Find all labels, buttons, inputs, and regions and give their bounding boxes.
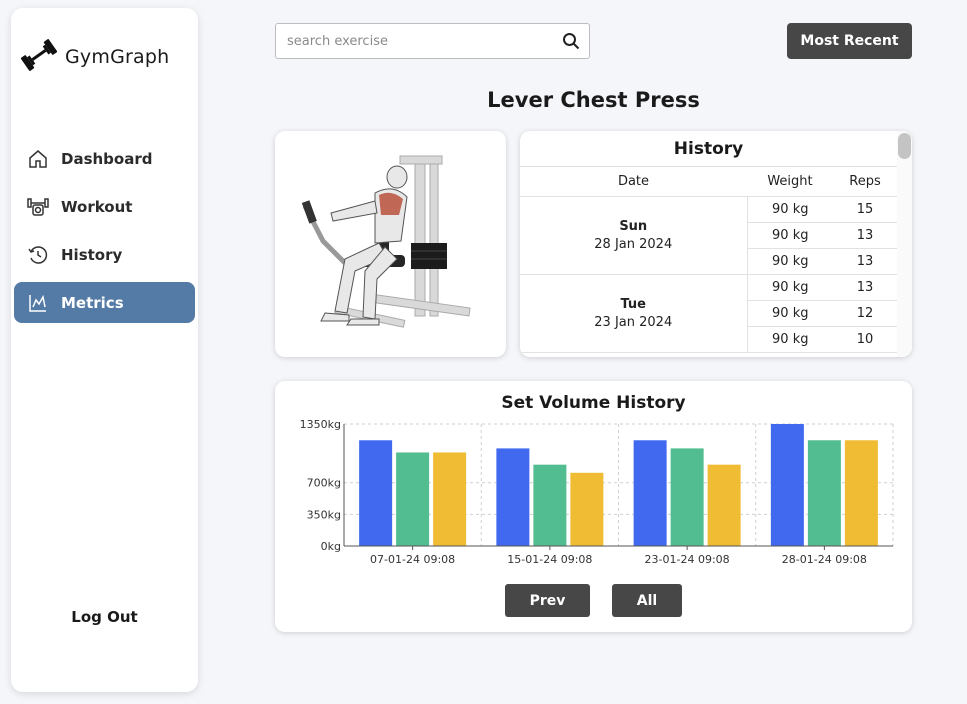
bar [433, 452, 467, 546]
set-weight: 90 kg [747, 300, 833, 327]
set-weight: 90 kg [747, 274, 833, 301]
search-input[interactable] [276, 33, 553, 49]
table-row: Sun 28 Jan 2024 90 kg 15 [520, 196, 897, 275]
bar [533, 464, 567, 546]
sidebar-item-metrics[interactable]: Metrics [14, 282, 195, 323]
most-recent-button[interactable]: Most Recent [787, 23, 912, 59]
prev-button[interactable]: Prev [505, 584, 590, 617]
session-date-cell: Tue 23 Jan 2024 [520, 274, 748, 353]
home-icon [27, 148, 49, 170]
sidebar-item-workout[interactable]: Workout [14, 186, 195, 227]
bar [770, 424, 804, 546]
y-tick-label: 0kg [321, 540, 341, 553]
sidebar-item-label: Workout [61, 197, 133, 216]
sidebar-item-dashboard[interactable]: Dashboard [14, 138, 195, 179]
exercise-image-card [275, 131, 506, 357]
column-header-reps: Reps [833, 166, 897, 197]
exercise-title: Lever Chest Press [487, 88, 700, 112]
y-tick-label: 700kg [307, 477, 341, 490]
x-tick-label: 23-01-24 09:08 [645, 553, 730, 566]
all-button[interactable]: All [612, 584, 682, 617]
set-volume-chart-card: Set Volume History 0kg 350kg 700kg 1350kg 07… [275, 381, 912, 632]
sidebar-item-label: History [61, 245, 123, 264]
session-date: 23 Jan 2024 [594, 314, 673, 330]
session-date: 28 Jan 2024 [594, 236, 673, 252]
column-header-date: Date [520, 166, 747, 197]
session-day: Sun [619, 218, 648, 234]
workout-icon [27, 196, 49, 218]
sidebar-item-label: Dashboard [61, 149, 153, 168]
session-date-cell: Sun 28 Jan 2024 [520, 196, 748, 275]
set-reps: 12 [833, 300, 897, 327]
sidebar-item-label: Metrics [61, 293, 124, 312]
x-tick-label: 15-01-24 09:08 [507, 553, 592, 566]
brand[interactable]: GymGraph [19, 38, 169, 76]
table-row: Tue 23 Jan 2024 90 kg 13 [520, 274, 897, 353]
bar [496, 448, 530, 546]
history-title: History [673, 139, 744, 159]
set-weight: 90 kg [747, 222, 833, 249]
set-reps: 10 [833, 326, 897, 353]
logout-button[interactable]: Log Out [11, 608, 198, 626]
x-tick-label: 28-01-24 09:08 [782, 553, 867, 566]
set-weight: 90 kg [747, 248, 833, 275]
search-bar [275, 23, 590, 59]
bar [633, 440, 667, 546]
bar [844, 440, 878, 546]
history-card: History Date Weight Reps Sun 28 Jan 2024… [520, 131, 912, 357]
bar [359, 440, 393, 546]
metrics-icon [27, 292, 49, 314]
app-name: GymGraph [65, 46, 170, 68]
exercise-illustration [301, 155, 471, 328]
sidebar-item-history[interactable]: History [14, 234, 195, 275]
bar [670, 448, 704, 546]
history-scrollbar[interactable] [897, 131, 912, 357]
dumbbell-logo-icon [19, 38, 59, 76]
history-icon [27, 244, 49, 266]
set-reps: 13 [833, 222, 897, 249]
sidebar-nav: Dashboard Workout History Metrics [14, 138, 195, 330]
column-header-weight: Weight [747, 166, 833, 197]
set-reps: 13 [833, 248, 897, 275]
sidebar: GymGraph Dashboard Workout History Metri… [11, 8, 198, 692]
chart-title: Set Volume History [501, 393, 686, 413]
set-reps: 15 [833, 196, 897, 223]
bar [707, 464, 741, 546]
y-tick-label: 350kg [307, 508, 341, 521]
set-reps: 13 [833, 274, 897, 301]
set-weight: 90 kg [747, 326, 833, 353]
set-weight: 90 kg [747, 196, 833, 223]
search-icon[interactable] [553, 24, 589, 58]
x-tick-label: 07-01-24 09:08 [370, 553, 455, 566]
session-day: Tue [620, 296, 646, 312]
bar [807, 440, 841, 546]
set-volume-bar-chart: 0kg 350kg 700kg 1350kg 07-01-24 09:08 15-01-2… [300, 418, 894, 566]
bar [396, 452, 430, 546]
history-scrollbar-thumb[interactable] [898, 133, 911, 159]
history-table: Date Weight Reps Sun 28 Jan 2024 90 kg 1… [520, 166, 897, 353]
y-tick-label: 1350kg [300, 418, 341, 431]
bar [570, 472, 604, 546]
table-header-row: Date Weight Reps [520, 166, 897, 197]
